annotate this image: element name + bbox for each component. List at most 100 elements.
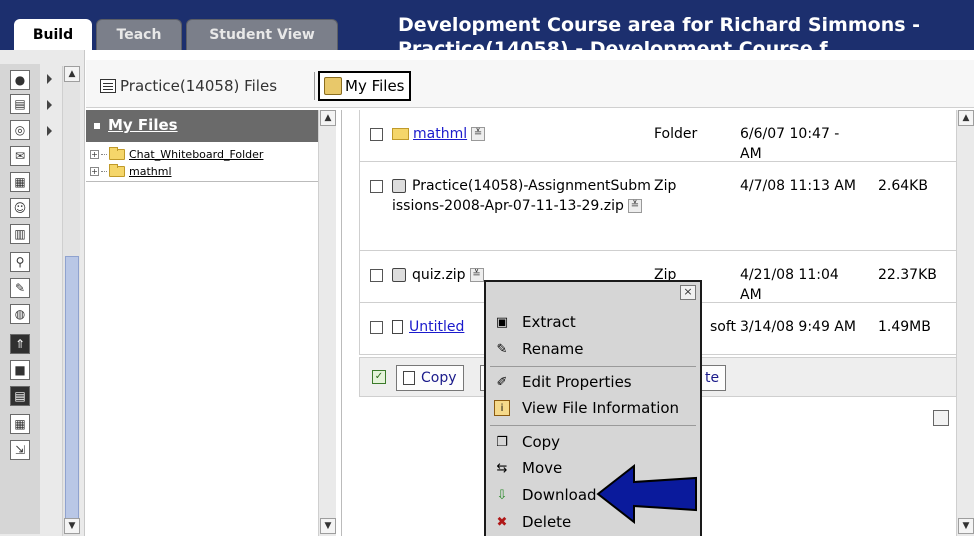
move-icon: ⇆ [496,460,508,476]
expand-plus-icon[interactable]: + [90,149,99,159]
tree-scrollbar[interactable]: ▲ ▼ [318,110,336,536]
menu-item-delete[interactable]: ✖ Delete [494,510,572,534]
globe-icon[interactable]: ◍ [10,304,30,324]
grid-icon[interactable]: ▦ [10,414,30,434]
up-circle-icon[interactable]: ⇑ [10,334,30,354]
menu-arrow-icon[interactable]: ≚ [469,268,484,282]
menu-item-edit-properties[interactable]: ✐ Edit Properties [494,370,632,394]
tree-item-chat-whiteboard[interactable]: + Chat_Whiteboard_Folder [90,146,263,162]
people-icon[interactable]: ☺ [10,198,30,218]
scroll-up-icon[interactable]: ▲ [320,110,336,126]
scroll-down-icon[interactable]: ▼ [64,518,80,534]
tab-student-view[interactable]: Student View [186,19,338,50]
tool-rail: ● ▤ ◎ ✉ ▦ ☺ ▥ ⚲ ✎ ◍ ⇑ ■ ▤ ▦ ⇲ ▲ ▼ [0,50,85,536]
menu-separator [490,425,696,426]
menu-arrow-icon[interactable]: ≚ [471,127,486,141]
search-icon[interactable]: ⚲ [10,252,30,272]
tree-connector [101,170,107,172]
file-name-text[interactable]: quiz.zip [412,267,466,283]
file-type-cell: Zip [654,178,677,194]
pages-icon[interactable]: ▤ [10,94,30,114]
file-date-cell: 3/14/08 9:49 AM [740,319,856,335]
file-name-cell[interactable]: mathml ≚ [392,124,486,144]
tree-body: + Chat_Whiteboard_Folder + mathml [86,142,318,182]
tree-item-label[interactable]: mathml [129,165,172,178]
rail-scrollbar[interactable]: ▲ ▼ [62,66,80,536]
menu-item-label: Edit Properties [522,373,632,391]
course-title: Development Course area for Richard Simm… [398,12,920,50]
red-box-icon[interactable]: ■ [10,360,30,380]
target-icon[interactable]: ◎ [10,120,30,140]
practice-files-button[interactable]: Practice(14058) Files [94,72,283,100]
my-files-button[interactable]: My Files [318,71,411,101]
table-row[interactable]: mathml ≚ Folder 6/6/07 10:47 - AM [360,110,958,162]
folder-tree-panel: My Files + Chat_Whiteboard_Folder + math… [86,110,342,536]
file-size-cell: 22.37KB [878,267,937,283]
menu-arrow-icon[interactable]: ≚ [627,199,642,213]
file-link[interactable]: Untitled [409,319,464,335]
rename-icon: ✎ [496,341,508,357]
menu-item-move[interactable]: ⇆ Move [494,456,563,480]
menu-item-rename[interactable]: ✎ Rename [494,337,584,361]
expand-arrow-icon[interactable] [47,74,52,84]
table-row[interactable]: Practice(14058)-AssignmentSubmissions-20… [360,162,958,251]
file-name-cell[interactable]: Practice(14058)-AssignmentSubmissions-20… [392,176,652,216]
tab-teach[interactable]: Teach [96,19,182,50]
expand-arrow-icon[interactable] [47,126,52,136]
clipboard-icon[interactable] [933,410,949,426]
pointer-arrow-icon [596,464,697,524]
info-icon: i [494,400,510,416]
file-size-cell: 2.64KB [878,178,928,194]
file-link[interactable]: mathml [413,126,467,142]
tool-icon-strip: ● ▤ ◎ ✉ ▦ ☺ ▥ ⚲ ✎ ◍ ⇑ ■ ▤ ▦ ⇲ [0,64,40,534]
scroll-down-icon[interactable]: ▼ [958,518,974,534]
apple-icon[interactable]: ● [10,70,30,90]
expand-arrow-icon[interactable] [47,100,52,110]
download-icon: ⇩ [496,487,508,503]
mail-icon[interactable]: ✉ [10,146,30,166]
scroll-down-icon[interactable]: ▼ [320,518,336,534]
copy-pages-icon[interactable]: ▦ [10,172,30,192]
tree-header[interactable]: My Files [86,110,318,142]
course-title-line1: Development Course area for Richard Simm… [398,14,921,36]
tree-title[interactable]: My Files [108,116,178,134]
scroll-up-icon[interactable]: ▲ [64,66,80,82]
menu-item-label: Copy [522,433,561,451]
menu-item-label: Move [522,459,563,477]
tree-item-mathml[interactable]: + mathml [90,163,172,179]
row-checkbox[interactable] [370,128,383,141]
copy-icon [403,371,415,385]
menu-item-label: View File Information [522,399,680,417]
expand-plus-icon[interactable]: + [90,166,99,176]
notes-icon[interactable]: ✎ [10,278,30,298]
row-checkbox[interactable] [370,180,383,193]
menu-item-label: Download [522,486,597,504]
select-all-icon[interactable]: ✓ [372,370,386,384]
close-icon[interactable]: × [680,285,696,300]
folder-icon [392,128,409,140]
list-scrollbar[interactable]: ▲ ▼ [956,110,974,536]
files-toolbar: Practice(14058) Files My Files [86,60,974,108]
flow-icon[interactable]: ⇲ [10,440,30,460]
gradebook-icon[interactable]: ▥ [10,224,30,244]
tab-build[interactable]: Build [14,19,92,50]
my-files-icon [324,77,342,95]
row-checkbox[interactable] [370,269,383,282]
toolbar-divider [314,72,315,100]
file-manager-icon[interactable]: ▤ [10,386,30,406]
menu-item-copy[interactable]: ❐ Copy [494,430,560,454]
menu-separator [490,366,696,367]
file-name-cell[interactable]: Untitled [392,317,464,337]
menu-item-download[interactable]: ⇩ Download [494,483,597,507]
scroll-up-icon[interactable]: ▲ [958,110,974,126]
copy-icon: ❐ [496,434,508,450]
file-date-cell: 4/21/08 11:04 AM [740,267,839,303]
menu-item-extract[interactable]: ▣ Extract [494,310,576,334]
row-checkbox[interactable] [370,321,383,334]
file-name-text[interactable]: Practice(14058)-AssignmentSubmissions-20… [392,178,651,214]
scroll-thumb[interactable] [65,256,79,526]
file-name-cell[interactable]: quiz.zip ≚ [392,265,484,285]
tree-item-label[interactable]: Chat_Whiteboard_Folder [129,148,263,161]
copy-button[interactable]: Copy [396,365,464,391]
menu-item-view-file-info[interactable]: i View File Information [494,396,679,420]
